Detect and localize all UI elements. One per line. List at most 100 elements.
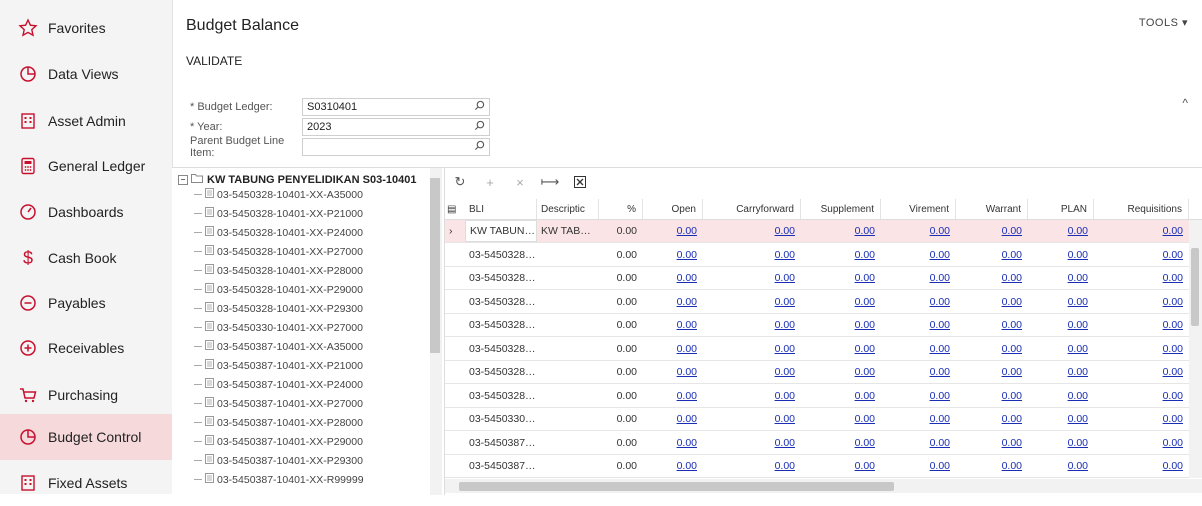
cell-supp[interactable]: 0.00 bbox=[801, 361, 881, 383]
cell-vir[interactable]: 0.00 bbox=[881, 338, 956, 360]
tree-item[interactable]: 03-5450387-10401-XX-P21000 bbox=[194, 359, 363, 372]
amount-link[interactable]: 0.00 bbox=[930, 296, 950, 308]
amount-link[interactable]: 0.00 bbox=[677, 319, 697, 331]
amount-link[interactable]: 0.00 bbox=[1163, 225, 1183, 237]
cell-carry[interactable]: 0.00 bbox=[703, 385, 801, 407]
amount-link[interactable]: 0.00 bbox=[1163, 249, 1183, 261]
cell-open[interactable]: 0.00 bbox=[643, 408, 703, 430]
cell-warr[interactable]: 0.00 bbox=[956, 291, 1028, 313]
amount-link[interactable]: 0.00 bbox=[775, 272, 795, 284]
amount-link[interactable]: 0.00 bbox=[1068, 272, 1088, 284]
column-header[interactable]: % bbox=[599, 199, 643, 219]
amount-link[interactable]: 0.00 bbox=[1163, 319, 1183, 331]
amount-link[interactable]: 0.00 bbox=[775, 366, 795, 378]
column-header[interactable]: Virement bbox=[881, 199, 956, 219]
sidebar-item-budget-control[interactable]: Budget Control bbox=[0, 414, 172, 460]
amount-link[interactable]: 0.00 bbox=[855, 413, 875, 425]
amount-link[interactable]: 0.00 bbox=[775, 225, 795, 237]
amount-link[interactable]: 0.00 bbox=[1002, 249, 1022, 261]
table-row[interactable]: 03-5450328… 0.00 0.00 0.00 0.00 0.00 0.00 0.00 0… bbox=[445, 385, 1202, 408]
amount-link[interactable]: 0.00 bbox=[677, 296, 697, 308]
cell-plan[interactable]: 0.00 bbox=[1028, 385, 1094, 407]
tree-scroll-thumb[interactable] bbox=[430, 178, 440, 353]
amount-link[interactable]: 0.00 bbox=[1002, 296, 1022, 308]
cell-vir[interactable]: 0.00 bbox=[881, 455, 956, 477]
cell-plan[interactable]: 0.00 bbox=[1028, 455, 1094, 477]
amount-link[interactable]: 0.00 bbox=[1068, 225, 1088, 237]
amount-link[interactable]: 0.00 bbox=[1068, 366, 1088, 378]
table-row[interactable]: 03-5450328… 0.00 0.00 0.00 0.00 0.00 0.00 0.00 0… bbox=[445, 244, 1202, 267]
amount-link[interactable]: 0.00 bbox=[930, 413, 950, 425]
cell-open[interactable]: 0.00 bbox=[643, 455, 703, 477]
amount-link[interactable]: 0.00 bbox=[1002, 437, 1022, 449]
sidebar-item-fixed-assets[interactable]: Fixed Assets bbox=[0, 460, 172, 506]
amount-link[interactable]: 0.00 bbox=[677, 460, 697, 472]
table-row[interactable]: 03-5450330… 0.00 0.00 0.00 0.00 0.00 0.00 0.00 0… bbox=[445, 408, 1202, 431]
sidebar-item-payables[interactable]: Payables bbox=[0, 280, 172, 326]
column-header[interactable]: Requisitions bbox=[1094, 199, 1189, 219]
amount-link[interactable]: 0.00 bbox=[930, 225, 950, 237]
cell-req[interactable]: 0.00 bbox=[1094, 338, 1189, 360]
cell-req[interactable]: 0.00 bbox=[1094, 385, 1189, 407]
sidebar-item-general-ledger[interactable]: General Ledger bbox=[0, 143, 172, 189]
cell-vir[interactable]: 0.00 bbox=[881, 408, 956, 430]
tree-item[interactable]: 03-5450387-10401-XX-A35000 bbox=[194, 340, 363, 353]
cell-supp[interactable]: 0.00 bbox=[801, 267, 881, 289]
cell-plan[interactable]: 0.00 bbox=[1028, 244, 1094, 266]
amount-link[interactable]: 0.00 bbox=[855, 437, 875, 449]
cell-vir[interactable]: 0.00 bbox=[881, 244, 956, 266]
amount-link[interactable]: 0.00 bbox=[1163, 460, 1183, 472]
grid-vertical-thumb[interactable] bbox=[1191, 248, 1199, 326]
budget-ledger-field[interactable]: S0310401 bbox=[302, 98, 490, 116]
amount-link[interactable]: 0.00 bbox=[1163, 296, 1183, 308]
amount-link[interactable]: 0.00 bbox=[677, 437, 697, 449]
export-excel-icon[interactable] bbox=[565, 168, 595, 196]
column-header[interactable]: Warrant bbox=[956, 199, 1028, 219]
cell-supp[interactable]: 0.00 bbox=[801, 408, 881, 430]
amount-link[interactable]: 0.00 bbox=[930, 366, 950, 378]
tree-item[interactable]: 03-5450328-10401-XX-A35000 bbox=[194, 188, 363, 201]
cell-warr[interactable]: 0.00 bbox=[956, 220, 1028, 242]
amount-link[interactable]: 0.00 bbox=[855, 343, 875, 355]
amount-link[interactable]: 0.00 bbox=[930, 272, 950, 284]
amount-link[interactable]: 0.00 bbox=[677, 225, 697, 237]
sidebar-item-receivables[interactable]: Receivables bbox=[0, 325, 172, 371]
table-row[interactable]: 03-5450328… 0.00 0.00 0.00 0.00 0.00 0.00 0.00 0… bbox=[445, 338, 1202, 361]
amount-link[interactable]: 0.00 bbox=[1163, 272, 1183, 284]
add-row-icon[interactable]: + bbox=[475, 168, 505, 196]
cell-plan[interactable]: 0.00 bbox=[1028, 291, 1094, 313]
column-header[interactable]: PLAN bbox=[1028, 199, 1094, 219]
tree-item[interactable]: 03-5450328-10401-XX-P29300 bbox=[194, 302, 363, 315]
amount-link[interactable]: 0.00 bbox=[775, 343, 795, 355]
cell-warr[interactable]: 0.00 bbox=[956, 314, 1028, 336]
cell-req[interactable]: 0.00 bbox=[1094, 408, 1189, 430]
cell-supp[interactable]: 0.00 bbox=[801, 455, 881, 477]
amount-link[interactable]: 0.00 bbox=[677, 413, 697, 425]
cell-open[interactable]: 0.00 bbox=[643, 314, 703, 336]
cell-carry[interactable]: 0.00 bbox=[703, 408, 801, 430]
fit-columns-icon[interactable]: ⟼ bbox=[535, 168, 565, 196]
table-row[interactable]: 03-5450328… 0.00 0.00 0.00 0.00 0.00 0.00 0.00 0… bbox=[445, 314, 1202, 337]
delete-row-icon[interactable]: × bbox=[505, 168, 535, 196]
search-icon[interactable] bbox=[474, 140, 485, 154]
amount-link[interactable]: 0.00 bbox=[1002, 413, 1022, 425]
cell-vir[interactable]: 0.00 bbox=[881, 432, 956, 454]
cell-warr[interactable]: 0.00 bbox=[956, 432, 1028, 454]
cell-plan[interactable]: 0.00 bbox=[1028, 220, 1094, 242]
amount-link[interactable]: 0.00 bbox=[1163, 390, 1183, 402]
cell-open[interactable]: 0.00 bbox=[643, 267, 703, 289]
cell-vir[interactable]: 0.00 bbox=[881, 361, 956, 383]
amount-link[interactable]: 0.00 bbox=[855, 249, 875, 261]
cell-open[interactable]: 0.00 bbox=[643, 361, 703, 383]
amount-link[interactable]: 0.00 bbox=[677, 272, 697, 284]
amount-link[interactable]: 0.00 bbox=[1068, 296, 1088, 308]
cell-carry[interactable]: 0.00 bbox=[703, 244, 801, 266]
tree-item[interactable]: 03-5450328-10401-XX-P28000 bbox=[194, 264, 363, 277]
column-header[interactable]: BLI bbox=[465, 199, 537, 219]
table-row[interactable]: 03-5450328… 0.00 0.00 0.00 0.00 0.00 0.00 0.00 0… bbox=[445, 361, 1202, 384]
amount-link[interactable]: 0.00 bbox=[1068, 343, 1088, 355]
amount-link[interactable]: 0.00 bbox=[775, 390, 795, 402]
cell-carry[interactable]: 0.00 bbox=[703, 220, 801, 242]
parent-line-field[interactable] bbox=[302, 138, 490, 156]
table-row[interactable]: › KW TABUN… KW TAB… 0.00 0.00 0.00 0.00 0.00 0.0… bbox=[445, 220, 1202, 243]
